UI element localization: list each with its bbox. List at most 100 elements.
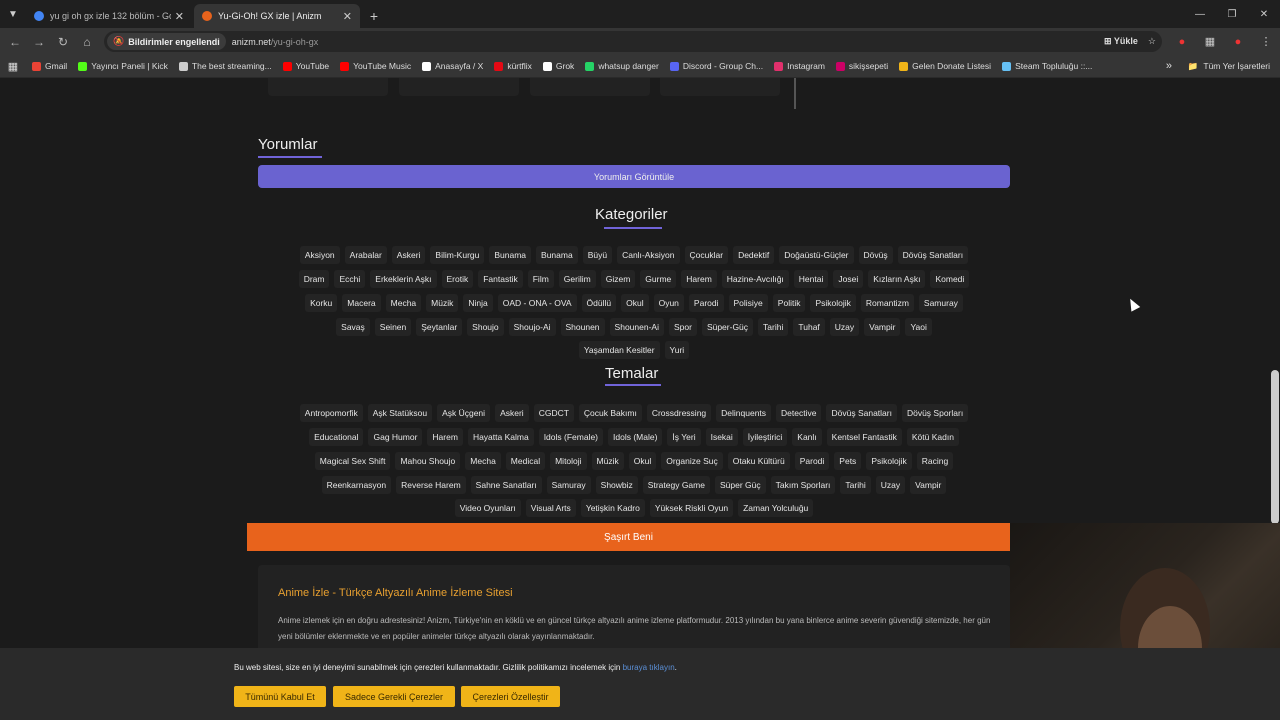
theme-tag[interactable]: Reenkarnasyon [321,476,392,494]
scrollbar-thumb[interactable] [1271,370,1279,524]
bookmark-item[interactable]: Grok [542,61,574,71]
bookmark-item[interactable]: Instagram [774,61,825,71]
category-tag[interactable]: Macera [342,294,381,312]
theme-tag[interactable]: Video Oyunları [454,499,521,517]
episode-card[interactable] [530,78,650,96]
category-tag[interactable]: Ecchi [334,270,366,288]
category-tag[interactable]: Josei [833,270,864,288]
category-tag[interactable]: Gizem [600,270,636,288]
profile-avatar-icon[interactable]: ● [1224,36,1252,48]
bookmark-item[interactable]: YouTube [282,61,329,71]
category-tag[interactable]: Okul [621,294,649,312]
category-tag[interactable]: Samuray [918,294,963,312]
episode-card[interactable] [268,78,388,96]
category-tag[interactable]: Hentai [793,270,829,288]
category-tag[interactable]: Çocuklar [684,246,729,264]
apps-grid-icon[interactable]: ▦ [0,60,26,73]
theme-tag[interactable]: Aşk Üçgeni [437,404,491,422]
category-tag[interactable]: OAD - ONA - OVA [497,294,577,312]
theme-tag[interactable]: Idols (Female) [538,428,604,446]
theme-tag[interactable]: Visual Arts [525,499,576,517]
bookmark-item[interactable]: Gelen Donate Listesi [899,61,991,71]
theme-tag[interactable]: Askeri [495,404,529,422]
tab-anizm[interactable]: Yu-Gi-Oh! GX izle | Anizm ✕ [194,4,360,28]
category-tag[interactable]: Uzay [829,318,860,336]
category-tag[interactable]: Psikolojik [810,294,856,312]
category-tag[interactable]: Harem [681,270,717,288]
theme-tag[interactable]: Uzay [875,476,906,494]
category-tag[interactable]: Müzik [426,294,459,312]
category-tag[interactable]: Dedektif [733,246,775,264]
category-tag[interactable]: Vampir [864,318,901,336]
theme-tag[interactable]: CGDCT [533,404,574,422]
category-tag[interactable]: Büyü [582,246,613,264]
category-tag[interactable]: Dram [298,270,330,288]
address-bar[interactable]: 🔕 Bildirimler engellendi anizm.net/yu-gi… [104,31,1162,52]
category-tag[interactable]: Yuri [664,341,690,359]
category-tag[interactable]: Fantastik [478,270,523,288]
forward-icon[interactable]: → [27,30,51,54]
theme-tag[interactable]: Yetişkin Kadro [580,499,645,517]
theme-tag[interactable]: Psikolojik [866,452,912,470]
category-tag[interactable]: Spor [668,318,697,336]
bookmark-item[interactable]: whatsup danger [585,61,659,71]
theme-tag[interactable]: Gag Humor [368,428,423,446]
category-tag[interactable]: Bilim-Kurgu [430,246,485,264]
category-tag[interactable]: Arabalar [344,246,387,264]
privacy-link[interactable]: buraya tıklayın [623,663,675,672]
theme-tag[interactable]: Dövüş Sanatları [826,404,897,422]
episode-card[interactable] [399,78,519,96]
bookmark-item[interactable]: kürtflix [494,61,532,71]
theme-tag[interactable]: Tarihi [840,476,871,494]
all-bookmarks-button[interactable]: 📁 Tüm Yer İşaretleri [1188,61,1270,72]
theme-tag[interactable]: Dövüş Sporları [901,404,969,422]
theme-tag[interactable]: Kentsel Fantastik [826,428,902,446]
category-tag[interactable]: Bunama [536,246,578,264]
theme-tag[interactable]: Aşk Statüksou [367,404,433,422]
category-tag[interactable]: Bunama [489,246,532,264]
theme-tag[interactable]: Isekai [705,428,738,446]
theme-tag[interactable]: Medical [505,452,546,470]
theme-tag[interactable]: Müzik [591,452,624,470]
theme-tag[interactable]: Reverse Harem [396,476,466,494]
theme-tag[interactable]: Kötü Kadın [906,428,959,446]
tab-google-search[interactable]: yu gi oh gx izle 132 bölüm - Go ✕ [26,4,192,28]
theme-tag[interactable]: Magical Sex Shift [314,452,391,470]
category-tag[interactable]: Oyun [653,294,684,312]
category-tag[interactable]: Süper-Güç [701,318,754,336]
more-bookmarks-icon[interactable]: » [1166,60,1172,72]
theme-tag[interactable]: Idols (Male) [608,428,663,446]
category-tag[interactable]: Romantizm [860,294,914,312]
tab-search-icon[interactable]: ▼ [0,0,26,28]
theme-tag[interactable]: Delinquents [716,404,772,422]
category-tag[interactable]: Erotik [441,270,474,288]
install-app-button[interactable]: ⊞ Yükle [1104,36,1138,47]
theme-tag[interactable]: Organize Suç [661,452,723,470]
category-tag[interactable]: Kızların Aşkı [868,270,926,288]
category-tag[interactable]: Gerilim [558,270,596,288]
close-window-icon[interactable]: ✕ [1248,0,1280,28]
close-tab-icon[interactable]: ✕ [175,10,184,23]
extensions-puzzle-icon[interactable]: ▦ [1196,35,1224,48]
accept-all-button[interactable]: Tümünü Kabul Et [234,686,326,707]
category-tag[interactable]: Tuhaf [793,318,825,336]
theme-tag[interactable]: Crossdressing [646,404,712,422]
category-tag[interactable]: Parodi [688,294,724,312]
category-tag[interactable]: Shoujo-Ai [508,318,556,336]
category-tag[interactable]: Yaoi [905,318,932,336]
category-tag[interactable]: Erkeklerin Aşkı [370,270,437,288]
category-tag[interactable]: Komedi [930,270,970,288]
bookmark-item[interactable]: Steam Topluluğu ::... [1002,61,1092,71]
category-tag[interactable]: Mecha [385,294,422,312]
category-tag[interactable]: Yaşamdan Kesitler [578,341,660,359]
theme-tag[interactable]: Zaman Yolculuğu [738,499,814,517]
theme-tag[interactable]: Hayatta Kalma [467,428,534,446]
theme-tag[interactable]: Samuray [546,476,591,494]
url-text[interactable]: anizm.net/yu-gi-oh-gx [232,37,319,47]
theme-tag[interactable]: Takım Sporları [770,476,836,494]
category-tag[interactable]: Polisiye [728,294,768,312]
minimize-icon[interactable]: — [1184,0,1216,28]
necessary-only-button[interactable]: Sadece Gerekli Çerezler [333,686,455,707]
category-tag[interactable]: Shounen-Ai [609,318,664,336]
close-tab-icon[interactable]: ✕ [343,10,352,23]
